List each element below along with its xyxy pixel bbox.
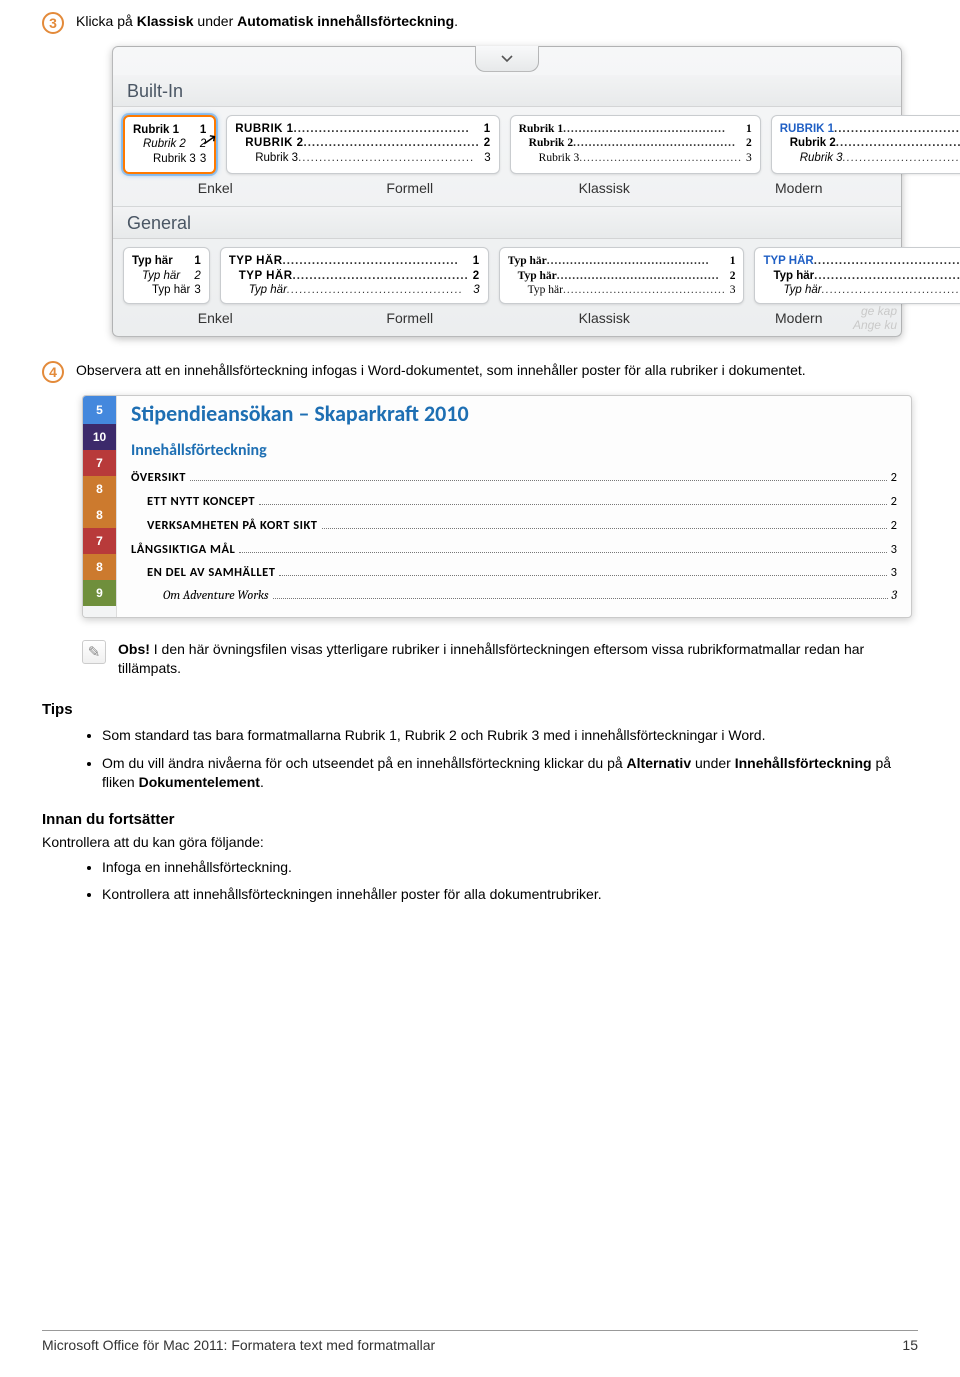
before-item: Kontrollera att innehållsförteckningen i… — [102, 885, 918, 905]
toc-entry: Om Adventure Works3 — [131, 585, 897, 609]
toc-style-caption: Klassisk — [512, 310, 697, 326]
footer-page-number: 15 — [902, 1337, 918, 1353]
note-obs: ✎ Obs! I den här övningsfilen visas ytte… — [82, 640, 918, 679]
before-heading: Innan du fortsätter — [42, 811, 918, 828]
toc-heading: Innehållsförteckning — [131, 441, 897, 460]
toc-style-thumb[interactable]: Rubrik 11Rubrik 22Rubrik 33 — [123, 115, 216, 174]
toc-style-thumb[interactable]: Rubrik 11Rubrik 22Rubrik 33 — [510, 115, 761, 174]
revision-marker: 8 — [83, 476, 116, 502]
pencil-icon: ✎ — [82, 640, 106, 664]
toc-style-thumb[interactable]: RUBRIK 11RUBRIK 22Rubrik 33 — [226, 115, 499, 174]
before-list: Infoga en innehållsförteckning. Kontrolle… — [102, 858, 918, 905]
toc-style-caption: Enkel — [123, 310, 308, 326]
gallery-section-general-label: General — [113, 206, 901, 239]
toc-entry: ETT NYTT KONCEPT2 — [131, 490, 897, 514]
toc-style-thumb[interactable]: TYP HÄR1Typ här2Typ här3 — [754, 247, 960, 304]
revision-marker: 8 — [83, 502, 116, 528]
gallery-builtin-row: Rubrik 11Rubrik 22Rubrik 33RUBRIK 11RUBR… — [113, 107, 901, 176]
tips-heading: Tips — [42, 701, 918, 718]
step-3-text: Klicka på Klassisk under Automatisk inne… — [76, 12, 918, 34]
toc-style-caption: Klassisk — [512, 180, 697, 196]
toc-style-caption: Formell — [318, 310, 503, 326]
step-4: 4 Observera att en innehållsförteckning … — [42, 361, 918, 383]
document-body: Stipendieansökan – Skaparkraft 2010 Inne… — [117, 396, 911, 617]
step-4-text: Observera att en innehållsförteckning in… — [76, 361, 918, 383]
step-3: 3 Klicka på Klassisk under Automatisk in… — [42, 12, 918, 34]
gallery-section-builtin-label: Built-In — [113, 75, 901, 107]
toc-entry: ÖVERSIKT2 — [131, 466, 897, 490]
tips-list: Som standard tas bara formatmallarna Rub… — [102, 726, 918, 793]
toc-style-caption: Modern — [707, 180, 892, 196]
step-3-badge: 3 — [42, 12, 64, 34]
revision-marker: 10 — [83, 424, 116, 450]
toc-style-thumb[interactable]: TYP HÄR1TYP HÄR2Typ här3 — [220, 247, 489, 304]
before-check-text: Kontrollera att du kan göra följande: — [42, 834, 918, 850]
toc-entry: VERKSAMHETEN PÅ KORT SIKT2 — [131, 514, 897, 538]
word-document-screenshot: 510788789 Stipendieansökan – Skaparkraft… — [82, 395, 912, 618]
toc-style-thumb[interactable]: Typ här1Typ här2Typ här3 — [499, 247, 745, 304]
revision-marker: 8 — [83, 554, 116, 580]
revision-indicator-bar: 510788789 — [83, 396, 117, 617]
toc-style-gallery: Built-In Rubrik 11Rubrik 22Rubrik 33RUBR… — [112, 46, 902, 337]
before-item: Infoga en innehållsförteckning. — [102, 858, 918, 878]
gallery-dropdown-notch[interactable] — [475, 46, 539, 72]
gallery-general-captions: ge kap Ange ku EnkelFormellKlassiskModer… — [113, 306, 901, 336]
note-text: Obs! I den här övningsfilen visas ytterl… — [118, 640, 918, 679]
revision-marker: 7 — [83, 528, 116, 554]
ghost-text: ge kap — [861, 304, 897, 318]
tips-item: Som standard tas bara formatmallarna Rub… — [102, 726, 918, 746]
toc-entry: LÅNGSIKTIGA MÅL3 — [131, 538, 897, 562]
toc-style-caption: Enkel — [123, 180, 308, 196]
gallery-general-row: Typ här1Typ här2Typ här3TYP HÄR1TYP HÄR2… — [113, 239, 901, 306]
toc-style-caption: Formell — [318, 180, 503, 196]
revision-marker: 5 — [83, 396, 116, 424]
toc-entry: EN DEL AV SAMHÄLLET3 — [131, 561, 897, 585]
toc-style-thumb[interactable]: RUBRIK 11Rubrik 22Rubrik 33 — [771, 115, 960, 174]
toc-entries: ÖVERSIKT2ETT NYTT KONCEPT2VERKSAMHETEN P… — [131, 466, 897, 609]
revision-marker: 7 — [83, 450, 116, 476]
toc-style-thumb[interactable]: Typ här1Typ här2Typ här3 — [123, 247, 210, 304]
footer-title: Microsoft Office för Mac 2011: Formatera… — [42, 1337, 435, 1353]
gallery-builtin-captions: gick i EnkelFormellKlassiskModern — [113, 176, 901, 206]
revision-marker: 9 — [83, 580, 116, 606]
ghost-text: Ange ku — [853, 318, 897, 332]
tips-item: Om du vill ändra nivåerna för och utseen… — [102, 754, 918, 793]
document-title: Stipendieansökan – Skaparkraft 2010 — [131, 400, 897, 427]
step-4-badge: 4 — [42, 361, 64, 383]
page-footer: Microsoft Office för Mac 2011: Formatera… — [42, 1330, 918, 1353]
